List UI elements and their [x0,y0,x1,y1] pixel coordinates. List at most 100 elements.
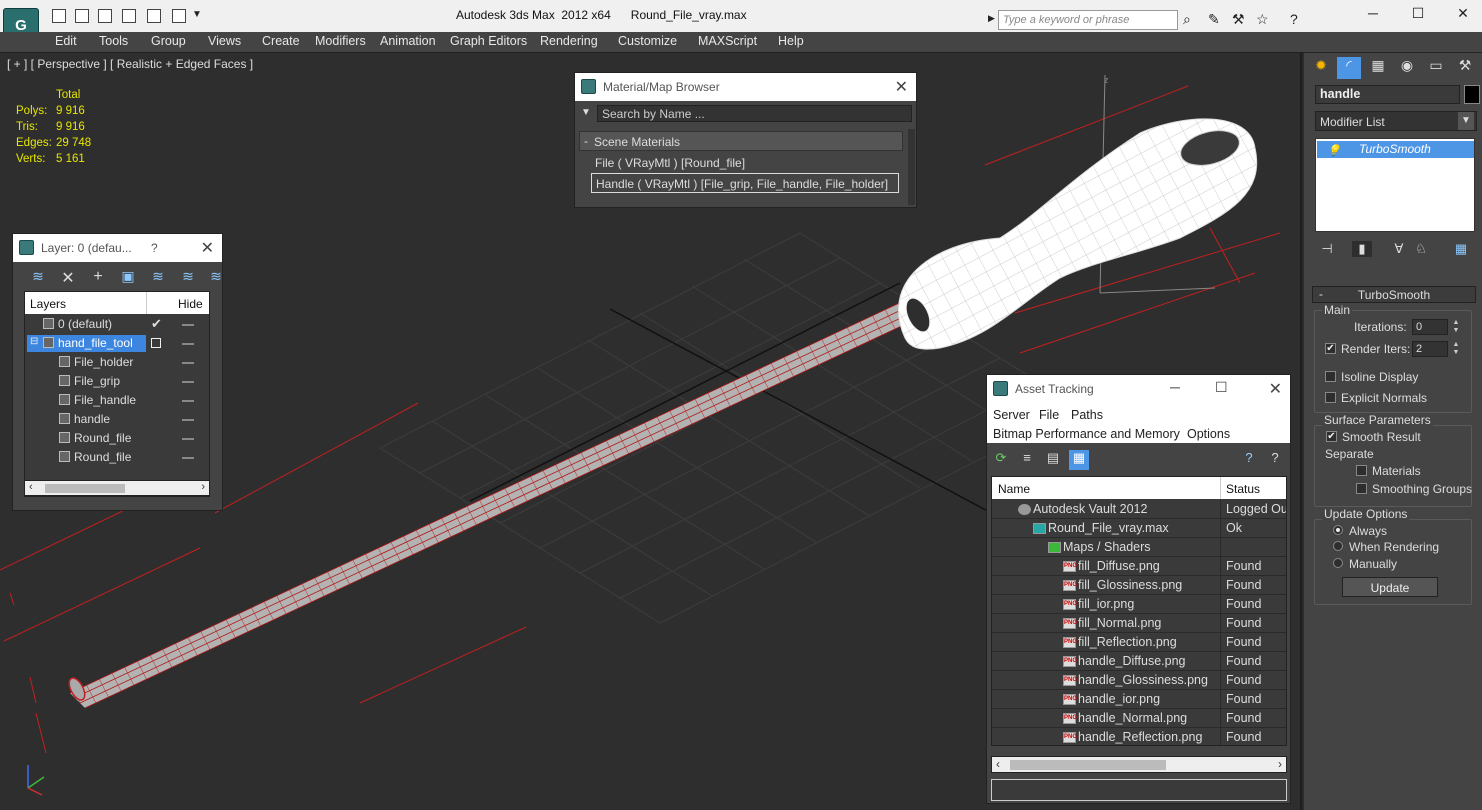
show-end-result-icon[interactable]: ▮ [1352,241,1372,257]
update-manually-radio[interactable] [1333,558,1343,568]
asset-row[interactable]: PNG handle_Normal.png Found [992,709,1286,728]
asset-help-settings-icon[interactable]: ? [1265,450,1285,470]
quick-access-dropdown-icon[interactable]: ▼ [192,9,202,20]
asset-menu-paths[interactable]: Paths [1071,408,1103,422]
menu-customize[interactable]: Customize [618,34,677,48]
menu-tools[interactable]: Tools [99,34,128,48]
asset-row[interactable]: PNG fill_Glossiness.png Found [992,576,1286,595]
scroll-right-icon[interactable]: › [201,481,205,493]
layer-panel-close-icon[interactable]: ✕ [201,238,214,258]
menu-maxscript[interactable]: MAXScript [698,34,757,48]
hide-toggle[interactable] [182,343,194,345]
col-header-hide[interactable]: Hide [178,297,203,311]
asset-row[interactable]: PNG fill_Normal.png Found [992,614,1286,633]
collapse-icon[interactable]: ⊟ [30,336,38,347]
material-browser-titlebar[interactable]: Material/Map Browser ✕ [575,73,916,101]
open-file-icon[interactable] [75,9,89,23]
object-color-swatch[interactable] [1464,85,1480,104]
menu-edit[interactable]: Edit [55,34,77,48]
delete-layer-icon[interactable]: ✕ [59,268,77,287]
asset-menu-options[interactable]: Options [1187,427,1230,441]
layer-row-hand-file-tool[interactable]: ⊟ hand_file_tool [25,334,209,353]
communication-center-icon[interactable]: ⚒ [1232,11,1245,28]
material-scrollbar[interactable] [908,129,915,205]
separate-materials-checkbox[interactable] [1356,465,1367,476]
layer-horizontal-scrollbar[interactable]: ‹ › [24,480,210,496]
menu-modifiers[interactable]: Modifiers [315,34,366,48]
menu-group[interactable]: Group [151,34,186,48]
layer-list[interactable]: Layers Hide 0 (default) ✔ ⊟ hand_file_to… [24,291,210,497]
hierarchy-tab-icon[interactable]: ▦ [1366,57,1390,79]
separate-smoothing-groups-checkbox[interactable] [1356,483,1367,494]
section-collapse-icon[interactable]: - [584,134,588,148]
update-button[interactable]: Update [1342,577,1438,597]
asset-row[interactable]: PNG fill_Reflection.png Found [992,633,1286,652]
list-view-icon[interactable]: ≡ [1017,450,1037,470]
iterations-spinner[interactable]: 0 [1412,319,1448,335]
layer-row-default[interactable]: 0 (default) ✔ [25,315,209,334]
current-layer-check-icon[interactable]: ✔ [151,316,162,332]
asset-row[interactable]: Maps / Shaders [992,538,1286,557]
subscription-icon[interactable]: ✎ [1208,11,1220,28]
material-item[interactable]: File ( VRayMtl ) [Round_file] [591,153,901,173]
asset-row[interactable]: Round_File_vray.max Ok [992,519,1286,538]
hide-toggle[interactable] [182,400,194,402]
layer-help-button[interactable]: ? [151,241,158,255]
layer-object-row[interactable]: Round_file [25,429,209,448]
create-layer-icon[interactable]: ≋ [29,268,47,286]
project-folder-icon[interactable] [172,9,186,23]
search-expand-icon[interactable]: ▶ [988,13,995,24]
turbosmooth-rollout-header[interactable]: - TurboSmooth [1312,286,1476,303]
col-header-layers[interactable]: Layers [30,297,66,311]
set-current-layer-icon[interactable] [151,338,161,348]
scroll-thumb[interactable] [45,484,125,493]
table-view-icon[interactable]: ▦ [1069,450,1089,470]
scroll-thumb[interactable] [1010,760,1166,770]
motion-tab-icon[interactable]: ◉ [1395,57,1419,79]
asset-minimize-icon[interactable]: ─ [1170,379,1180,395]
layer-object-row[interactable]: File_handle [25,391,209,410]
modifier-list-dropdown[interactable]: Modifier List ▼ [1315,111,1477,131]
hide-toggle[interactable] [182,419,194,421]
hide-toggle[interactable] [182,362,194,364]
material-item-selected[interactable]: Handle ( VRayMtl ) [File_grip, File_hand… [591,173,899,193]
layer-object-row[interactable]: handle [25,410,209,429]
hide-toggle[interactable] [182,381,194,383]
asset-horizontal-scrollbar[interactable]: ‹ › [991,756,1287,773]
isoline-display-checkbox[interactable] [1325,371,1336,382]
menu-views[interactable]: Views [208,34,241,48]
asset-path-field[interactable] [991,779,1287,801]
lightbulb-icon[interactable]: 💡 [1327,144,1341,157]
asset-tracking-titlebar[interactable]: Asset Tracking ─ ☐ ✕ [987,375,1290,403]
scroll-left-icon[interactable]: ‹ [29,481,33,493]
layer-object-row[interactable]: Round_file [25,448,209,467]
refresh-icon[interactable]: ⟳ [991,450,1011,470]
configure-modifier-sets-icon[interactable]: ▦ [1451,241,1471,257]
binoculars-icon[interactable]: ⌕ [1183,11,1191,28]
asset-row[interactable]: Autodesk Vault 2012 Logged Out [992,500,1286,519]
help-icon[interactable]: ? [1290,11,1298,27]
modifier-stack-item[interactable]: 💡 TurboSmooth [1317,141,1474,158]
undo-icon[interactable] [122,9,136,23]
create-tab-icon[interactable]: ✹ [1309,57,1333,79]
modifier-stack[interactable]: 💡 TurboSmooth [1315,138,1475,232]
browser-options-icon[interactable]: ▼ [581,107,591,118]
hide-toggle[interactable] [182,457,194,459]
redo-icon[interactable] [147,9,161,23]
pin-stack-icon[interactable]: ⊣ [1317,241,1337,257]
col-header-status[interactable]: Status [1226,482,1260,496]
menu-create[interactable]: Create [262,34,300,48]
utilities-tab-icon[interactable]: ⚒ [1453,57,1477,79]
asset-menu-file[interactable]: File [1039,408,1059,422]
remove-modifier-icon[interactable]: ♘ [1411,241,1431,257]
hide-toggle[interactable] [182,438,194,440]
asset-close-icon[interactable]: ✕ [1269,379,1282,399]
menu-rendering[interactable]: Rendering [540,34,598,48]
scroll-left-icon[interactable]: ‹ [996,757,1000,771]
keyword-search-input[interactable]: Type a keyword or phrase [998,10,1178,30]
make-unique-icon[interactable]: ∀ [1389,241,1409,257]
update-when-rendering-radio[interactable] [1333,541,1343,551]
maximize-button[interactable]: ☐ [1403,5,1433,22]
asset-row[interactable]: PNG fill_ior.png Found [992,595,1286,614]
rollout-collapse-icon[interactable]: - [1319,287,1323,301]
